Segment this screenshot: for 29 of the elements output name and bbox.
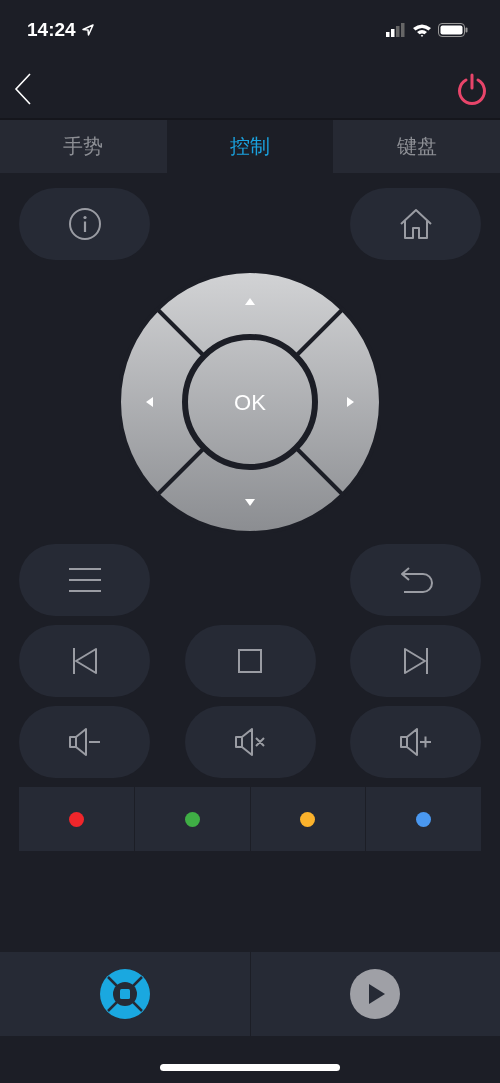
status-time: 14:24	[27, 19, 76, 41]
signal-icon	[386, 23, 406, 37]
volume-down-icon	[67, 728, 102, 756]
location-arrow-icon	[81, 24, 94, 36]
arrow-right-icon[interactable]	[347, 397, 354, 407]
stop-icon	[238, 649, 262, 673]
mute-icon	[234, 728, 266, 756]
color-key-button[interactable]	[250, 787, 366, 851]
back-chevron-icon[interactable]	[14, 73, 32, 105]
volume-up-icon	[398, 728, 433, 756]
battery-icon	[438, 23, 468, 37]
color-key-button[interactable]	[19, 787, 134, 851]
color-key-button[interactable]	[366, 787, 481, 851]
tab[interactable]: 手势	[0, 120, 167, 173]
home-icon	[398, 208, 433, 240]
return-arrow-icon	[398, 566, 433, 594]
wifi-icon	[412, 23, 432, 37]
tab[interactable]: 键盘	[333, 120, 500, 173]
arrow-down-icon[interactable]	[245, 499, 255, 506]
color-key-button[interactable]	[134, 787, 250, 851]
playback-mode-tab[interactable]	[250, 952, 500, 1036]
info-icon	[67, 207, 102, 241]
arrow-left-icon[interactable]	[146, 397, 153, 407]
skip-forward-icon	[402, 647, 429, 675]
power-icon[interactable]	[456, 73, 488, 105]
dpad-mode-tab[interactable]	[0, 952, 250, 1036]
skip-back-icon	[71, 647, 98, 675]
direction-pad-ring[interactable]	[119, 271, 381, 533]
menu-icon	[67, 567, 102, 593]
